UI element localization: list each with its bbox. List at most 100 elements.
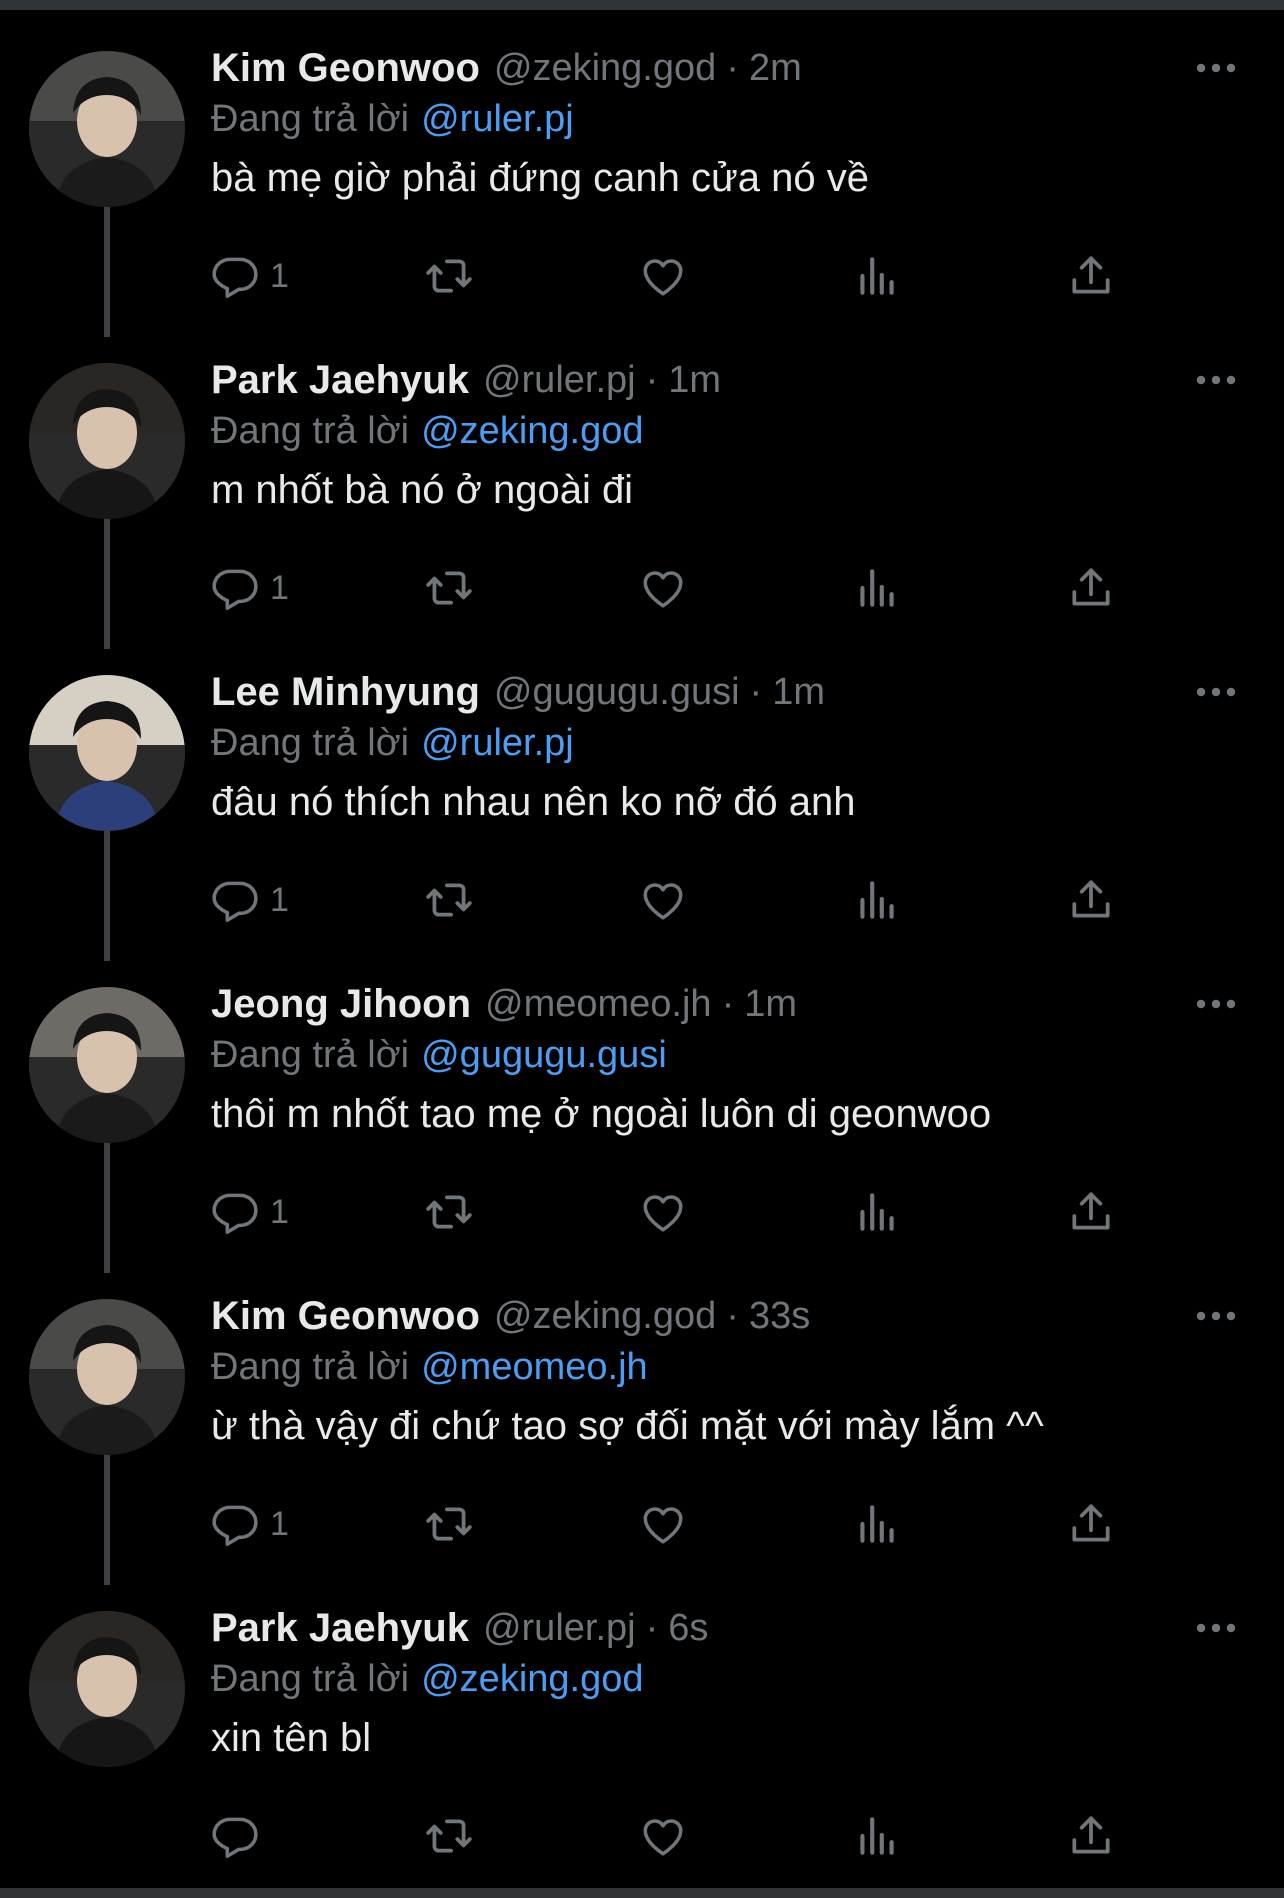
reply-button[interactable]: 1 (210, 248, 289, 304)
share-button[interactable] (1066, 1808, 1116, 1864)
views-icon (860, 1193, 894, 1231)
share-button[interactable] (1066, 248, 1116, 304)
more-icon (1196, 1311, 1236, 1321)
mention-link[interactable]: @zeking.god (421, 410, 643, 452)
display-name[interactable]: Kim Geonwoo (211, 46, 480, 91)
avatar-photo (29, 363, 185, 519)
user-handle[interactable]: @ruler.pj (483, 359, 636, 402)
more-icon (1196, 687, 1236, 697)
heart-icon (643, 571, 683, 608)
tweet[interactable]: Jeong Jihoon @meomeo.jh · 1m Đang trả lờ… (0, 962, 1284, 1274)
replying-to: Đang trả lời @gugugu.gusi (211, 1034, 667, 1077)
more-button[interactable] (1186, 984, 1246, 1024)
tweet-actions: 1 (210, 1184, 1130, 1244)
retweet-button[interactable] (424, 1808, 474, 1864)
display-name[interactable]: Park Jaehyuk (211, 358, 469, 403)
retweet-button[interactable] (424, 560, 474, 616)
user-handle[interactable]: @zeking.god (494, 47, 716, 90)
retweet-button[interactable] (424, 872, 474, 928)
avatar-photo (29, 675, 185, 831)
display-name[interactable]: Jeong Jihoon (211, 982, 471, 1027)
replying-to: Đang trả lời @zeking.god (211, 1658, 644, 1701)
more-button[interactable] (1186, 672, 1246, 712)
user-handle[interactable]: @ruler.pj (483, 1607, 636, 1650)
views-button[interactable] (852, 1808, 902, 1864)
tweet[interactable]: Park Jaehyuk @ruler.pj · 1m Đang trả lời… (0, 338, 1284, 650)
tweet-actions: 1 (210, 1496, 1130, 1556)
timestamp[interactable]: 1m (668, 359, 721, 402)
mention-link[interactable]: @ruler.pj (421, 98, 574, 140)
reply-button[interactable]: 1 (210, 560, 289, 616)
mention-link[interactable]: @meomeo.jh (421, 1346, 648, 1388)
display-name[interactable]: Kim Geonwoo (211, 1294, 480, 1339)
reply-icon (212, 881, 258, 922)
like-button[interactable] (638, 1808, 688, 1864)
avatar-photo (29, 51, 185, 207)
share-button[interactable] (1066, 560, 1116, 616)
tweet[interactable]: Park Jaehyuk @ruler.pj · 6s Đang trả lời… (0, 1586, 1284, 1898)
tweet-text: đâu nó thích nhau nên ko nỡ đó anh (211, 780, 856, 824)
share-button[interactable] (1066, 872, 1116, 928)
mention-link[interactable]: @zeking.god (421, 1658, 643, 1700)
retweet-button[interactable] (424, 248, 474, 304)
user-handle[interactable]: @gugugu.gusi (494, 671, 740, 714)
avatar[interactable] (29, 987, 185, 1143)
avatar[interactable] (29, 51, 185, 207)
timestamp[interactable]: 33s (749, 1295, 810, 1338)
views-button[interactable] (852, 560, 902, 616)
views-button[interactable] (852, 1184, 902, 1240)
retweet-icon (426, 1195, 472, 1229)
views-button[interactable] (852, 248, 902, 304)
share-button[interactable] (1066, 1496, 1116, 1552)
display-name[interactable]: Lee Minhyung (211, 670, 480, 715)
heart-icon (643, 1819, 683, 1856)
share-icon (1072, 568, 1110, 606)
more-button[interactable] (1186, 1608, 1246, 1648)
avatar-photo (29, 1611, 185, 1767)
views-button[interactable] (852, 1496, 902, 1552)
like-button[interactable] (638, 1496, 688, 1552)
retweet-icon (426, 1507, 472, 1541)
avatar[interactable] (29, 675, 185, 831)
reply-icon (212, 1817, 258, 1858)
more-icon (1196, 375, 1236, 385)
avatar[interactable] (29, 363, 185, 519)
bottom-divider (0, 1888, 1284, 1898)
views-button[interactable] (852, 872, 902, 928)
avatar[interactable] (29, 1611, 185, 1767)
replying-to: Đang trả lời @ruler.pj (211, 722, 574, 765)
more-button[interactable] (1186, 1296, 1246, 1336)
mention-link[interactable]: @ruler.pj (421, 722, 574, 764)
tweet[interactable]: Lee Minhyung @gugugu.gusi · 1m Đang trả … (0, 650, 1284, 962)
like-button[interactable] (638, 560, 688, 616)
timestamp[interactable]: 1m (772, 671, 825, 714)
like-button[interactable] (638, 1184, 688, 1240)
reply-button[interactable]: 1 (210, 1184, 289, 1240)
user-handle[interactable]: @zeking.god (494, 1295, 716, 1338)
replying-to: Đang trả lời @ruler.pj (211, 98, 574, 141)
tweet-actions: 1 (210, 248, 1130, 308)
reply-icon (212, 1193, 258, 1234)
reply-count: 1 (270, 1504, 289, 1543)
reply-button[interactable] (210, 1808, 270, 1864)
retweet-button[interactable] (424, 1496, 474, 1552)
timestamp[interactable]: 6s (668, 1607, 708, 1650)
timestamp[interactable]: 2m (749, 47, 802, 90)
avatar[interactable] (29, 1299, 185, 1455)
reply-button[interactable]: 1 (210, 1496, 289, 1552)
tweet[interactable]: Kim Geonwoo @zeking.god · 2m Đang trả lờ… (0, 26, 1284, 338)
reply-button[interactable]: 1 (210, 872, 289, 928)
timestamp[interactable]: 1m (744, 983, 797, 1026)
reply-count: 1 (270, 880, 289, 919)
display-name[interactable]: Park Jaehyuk (211, 1606, 469, 1651)
user-handle[interactable]: @meomeo.jh (485, 983, 712, 1026)
tweet[interactable]: Kim Geonwoo @zeking.god · 33s Đang trả l… (0, 1274, 1284, 1586)
like-button[interactable] (638, 872, 688, 928)
more-button[interactable] (1186, 360, 1246, 400)
retweet-button[interactable] (424, 1184, 474, 1240)
share-button[interactable] (1066, 1184, 1116, 1240)
replying-label: Đang trả lời (211, 410, 410, 452)
like-button[interactable] (638, 248, 688, 304)
mention-link[interactable]: @gugugu.gusi (421, 1034, 667, 1076)
more-button[interactable] (1186, 48, 1246, 88)
